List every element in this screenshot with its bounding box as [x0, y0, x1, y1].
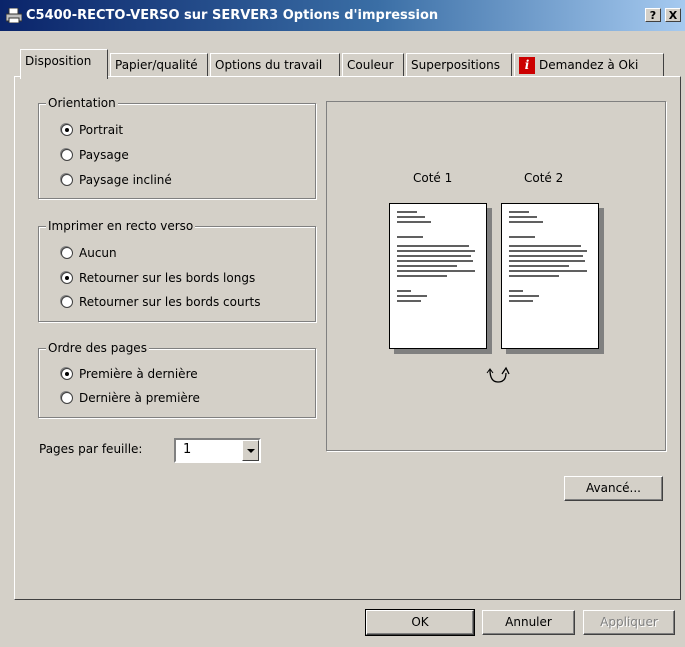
tab-options-travail[interactable]: Options du travail [210, 53, 340, 77]
info-icon: i [519, 57, 535, 74]
close-button[interactable]: X [665, 8, 681, 22]
radio-dot [61, 296, 73, 308]
orientation-group: Orientation Portrait Paysage Paysage inc… [38, 96, 316, 199]
pages-per-sheet-select[interactable]: 1 [174, 438, 261, 463]
help-button[interactable]: ? [645, 8, 661, 22]
page-side-1 [389, 203, 487, 349]
radio-dot [61, 368, 73, 380]
pages-per-sheet-label: Pages par feuille: [39, 442, 143, 456]
side-2-label: Coté 2 [524, 171, 564, 185]
tab-couleur[interactable]: Couleur [342, 53, 404, 77]
advanced-button[interactable]: Avancé... [564, 476, 663, 501]
page-order-label: Ordre des pages [46, 341, 149, 355]
printer-icon [6, 8, 22, 23]
radio-dot [61, 392, 73, 404]
radio-dot [61, 149, 73, 161]
radio-dot [61, 124, 73, 136]
cancel-button[interactable]: Annuler [482, 610, 575, 635]
tab-superpositions[interactable]: Superpositions [406, 53, 512, 77]
tab-disposition[interactable]: Disposition [20, 49, 108, 79]
tab-papier-qualite[interactable]: Papier/qualité [110, 53, 208, 77]
radio-dot [61, 247, 73, 259]
page-side-2 [501, 203, 599, 349]
duplex-label: Imprimer en recto verso [46, 219, 196, 233]
tab-demandez-oki[interactable]: i Demandez à Oki [514, 53, 664, 77]
side-1-label: Coté 1 [413, 171, 453, 185]
pages-per-sheet-value: 1 [183, 442, 192, 457]
radio-dot [61, 272, 73, 284]
rotate-icon [486, 366, 510, 383]
page-order-group: Ordre des pages Première à dernière Dern… [38, 341, 316, 418]
apply-button[interactable]: Appliquer [583, 610, 675, 635]
orientation-label: Orientation [46, 96, 118, 110]
window-title: C5400-RECTO-VERSO sur SERVER3 Options d'… [26, 8, 439, 23]
duplex-preview: Coté 1 Coté 2 [326, 101, 666, 451]
chevron-down-icon[interactable] [242, 440, 259, 461]
radio-dot [61, 174, 73, 186]
duplex-group: Imprimer en recto verso Aucun Retourner … [38, 219, 316, 322]
title-bar: C5400-RECTO-VERSO sur SERVER3 Options d'… [0, 0, 685, 31]
ok-button[interactable]: OK [365, 609, 475, 636]
